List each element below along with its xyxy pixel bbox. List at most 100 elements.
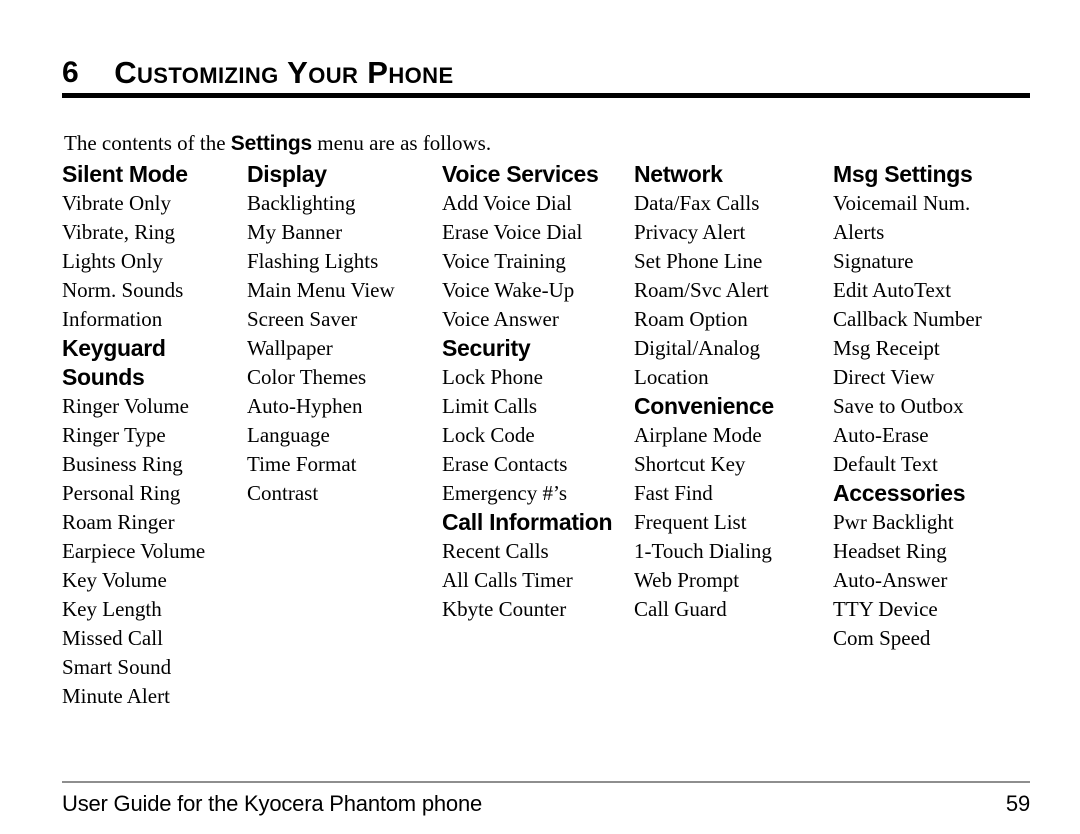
settings-group: Keyguard	[62, 334, 247, 363]
settings-group-heading: Keyguard	[62, 335, 166, 361]
settings-menu-item: Signature	[833, 249, 914, 273]
settings-menu-item: Callback Number	[833, 307, 982, 331]
settings-menu-item: Ringer Volume	[62, 394, 189, 418]
settings-menu-item: Roam Ringer	[62, 510, 175, 534]
settings-menu-item: Voicemail Num.	[833, 191, 971, 215]
settings-menu-item: Edit AutoText	[833, 278, 952, 302]
settings-menu-item: Earpiece Volume	[62, 539, 206, 563]
settings-menu-item: Digital/Analog	[634, 336, 760, 360]
page-footer: User Guide for the Kyocera Phantom phone…	[62, 789, 1030, 819]
settings-menu-item: Voice Training	[442, 249, 566, 273]
settings-menu-item: Direct View	[833, 365, 935, 389]
page-number: 59	[1005, 791, 1030, 816]
settings-menu-item: Com Speed	[833, 626, 931, 650]
settings-menu-item: Erase Voice Dial	[442, 220, 583, 244]
settings-group-heading: Accessories	[833, 480, 966, 506]
settings-group-heading: Display	[247, 161, 327, 187]
settings-menu-item: Headset Ring	[833, 539, 947, 563]
settings-menu-item: Shortcut Key	[634, 452, 746, 476]
settings-menu-item: Screen Saver	[247, 307, 358, 331]
settings-group: Convenience Airplane Mode Shortcut Key Fast…	[634, 392, 829, 624]
settings-menu-item: Vibrate Only	[62, 191, 171, 215]
settings-column: Msg Settings Voicemail Num. Alerts Signatur…	[833, 160, 1043, 653]
document-page: 6 Customizing Your Phone The contents of…	[0, 0, 1080, 834]
settings-group-heading: Voice Services	[442, 161, 599, 187]
settings-menu-item: Airplane Mode	[634, 423, 762, 447]
chapter-header: 6 Customizing Your Phone	[62, 42, 1030, 90]
settings-menu-item: Personal Ring	[62, 481, 181, 505]
settings-menu-item: Backlighting	[247, 191, 356, 215]
settings-menu-item: Auto-Answer	[833, 568, 948, 592]
settings-group: Voice Services Add Voice Dial Erase Voice …	[442, 160, 637, 334]
settings-menu-item: Web Prompt	[634, 568, 740, 592]
settings-menu-item: All Calls Timer	[442, 568, 573, 592]
settings-menu-item: Emergency #’s	[442, 481, 567, 505]
settings-menu-item: Information	[62, 307, 163, 331]
settings-menu-item: Missed Call	[62, 626, 163, 650]
settings-menu-item: Ringer Type	[62, 423, 166, 447]
settings-menu-item: Call Guard	[634, 597, 727, 621]
settings-menu-item: TTY Device	[833, 597, 938, 621]
settings-menu-item: Language	[247, 423, 330, 447]
settings-menu-item: Erase Contacts	[442, 452, 568, 476]
settings-menu-item: Recent Calls	[442, 539, 549, 563]
settings-menu-item: Key Volume	[62, 568, 167, 592]
settings-menu-item: 1-Touch Dialing	[634, 539, 772, 563]
header-divider	[62, 93, 1030, 98]
settings-group: Display Backlighting My Banner Flashing Lig…	[247, 160, 442, 508]
settings-group-heading: Call Information	[442, 509, 613, 535]
settings-group-heading: Silent Mode	[62, 161, 188, 187]
settings-menu-item: Default Text	[833, 452, 938, 476]
settings-menu-item: Auto-Erase	[833, 423, 929, 447]
settings-menu-item: Save to Outbox	[833, 394, 964, 418]
settings-menu-item: Msg Receipt	[833, 336, 940, 360]
settings-menu-item: Norm. Sounds	[62, 278, 184, 302]
settings-menu-item: Lights Only	[62, 249, 163, 273]
settings-column: Network Data/Fax Calls Privacy Alert Set Ph…	[634, 160, 829, 624]
settings-menu-item: Flashing Lights	[247, 249, 379, 273]
settings-menu-item: Smart Sound	[62, 655, 172, 679]
settings-menu-item: My Banner	[247, 220, 343, 244]
settings-column: Display Backlighting My Banner Flashing Lig…	[247, 160, 442, 508]
settings-group: Msg Settings Voicemail Num. Alerts Signatur…	[833, 160, 1043, 479]
settings-group-heading: Msg Settings	[833, 161, 973, 187]
settings-menu-item: Color Themes	[247, 365, 367, 389]
footer-title: User Guide for the Kyocera Phantom phone	[62, 791, 483, 816]
intro-text-before: The contents of the	[64, 131, 226, 155]
settings-menu-item: Pwr Backlight	[833, 510, 954, 534]
settings-group-heading: Sounds	[62, 364, 145, 390]
settings-group-heading: Network	[634, 161, 723, 187]
settings-menu-item: Fast Find	[634, 481, 713, 505]
settings-group-heading: Security	[442, 335, 531, 361]
page-title: Customizing Your Phone	[114, 55, 454, 90]
settings-menu-item: Voice Answer	[442, 307, 559, 331]
settings-menu-item: Key Length	[62, 597, 162, 621]
settings-menu-item: Wallpaper	[247, 336, 333, 360]
intro-text-after: menu are as follows.	[317, 131, 492, 155]
intro-paragraph: The contents of the Settings menu are as…	[64, 130, 491, 157]
settings-group: Security Lock Phone Limit Calls Lock Code Er…	[442, 334, 637, 508]
settings-menu-item: Auto-Hyphen	[247, 394, 363, 418]
settings-menu-item: Roam/Svc Alert	[634, 278, 769, 302]
settings-menu-item: Roam Option	[634, 307, 748, 331]
settings-menu-item: Kbyte Counter	[442, 597, 567, 621]
chapter-number: 6	[62, 56, 79, 89]
settings-menu-item: Vibrate, Ring	[62, 220, 176, 244]
settings-menu-item: Lock Code	[442, 423, 535, 447]
settings-keyword: Settings	[230, 132, 313, 155]
settings-group: Silent Mode Vibrate Only Vibrate, Ring Ligh…	[62, 160, 247, 334]
settings-menu-item: Contrast	[247, 481, 319, 505]
settings-menu-item: Business Ring	[62, 452, 183, 476]
settings-group: Accessories Pwr Backlight Headset Ring Auto…	[833, 479, 1043, 653]
settings-menu-item: Location	[634, 365, 709, 389]
settings-menu-item: Time Format	[247, 452, 357, 476]
settings-menu-item: Lock Phone	[442, 365, 543, 389]
settings-menu-item: Voice Wake-Up	[442, 278, 575, 302]
settings-menu-item: Alerts	[833, 220, 885, 244]
settings-menu-item: Frequent List	[634, 510, 747, 534]
settings-menu-item: Limit Calls	[442, 394, 538, 418]
settings-menu-item: Privacy Alert	[634, 220, 746, 244]
settings-group: Network Data/Fax Calls Privacy Alert Set Ph…	[634, 160, 829, 392]
settings-group: Call Information Recent Calls All Calls Ti…	[442, 508, 637, 624]
settings-menu-item: Set Phone Line	[634, 249, 763, 273]
